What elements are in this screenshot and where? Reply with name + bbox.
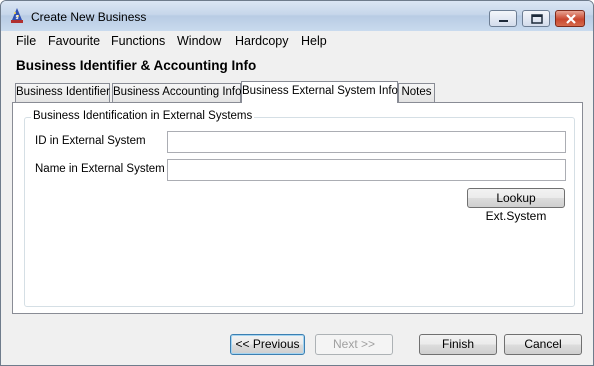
finish-button[interactable]: Finish — [419, 334, 497, 355]
wizard-app-icon: $ — [11, 8, 23, 23]
minimize-icon — [499, 20, 508, 22]
menu-bar: File Favourite Functions Window Hardcopy… — [1, 31, 593, 51]
name-in-external-system-input[interactable] — [167, 159, 566, 181]
tab-panel: Business Identification in External Syst… — [12, 102, 583, 314]
cancel-button[interactable]: Cancel — [504, 334, 582, 355]
svg-text:$: $ — [16, 15, 19, 21]
window-title: Create New Business — [31, 10, 147, 24]
id-in-external-system-label: ID in External System — [35, 135, 146, 147]
external-systems-group: Business Identification in External Syst… — [24, 110, 575, 307]
menu-favourite[interactable]: Favourite — [48, 34, 100, 48]
tab-business-identifier[interactable]: Business Identifier — [15, 83, 110, 102]
minimize-button[interactable] — [489, 10, 517, 27]
section-title: Business Identifier & Accounting Info — [16, 58, 257, 73]
group-label: Business Identification in External Syst… — [31, 110, 255, 122]
next-button[interactable]: Next >> — [315, 334, 393, 355]
maximize-button[interactable] — [522, 10, 550, 27]
tab-business-external-system-info[interactable]: Business External System Info — [241, 81, 398, 103]
title-bar[interactable]: $ Create New Business — [1, 1, 593, 31]
close-button[interactable] — [555, 10, 585, 27]
window: $ Create New Business File Favourite Fun… — [0, 0, 594, 366]
id-in-external-system-input[interactable] — [167, 131, 566, 153]
maximize-icon — [531, 14, 543, 24]
menu-file[interactable]: File — [16, 34, 36, 48]
tab-notes[interactable]: Notes — [398, 83, 435, 102]
tab-business-accounting-info[interactable]: Business Accounting Info — [112, 83, 242, 102]
menu-window[interactable]: Window — [177, 34, 221, 48]
lookup-ext-system-button[interactable]: Lookup Ext.System — [467, 188, 565, 223]
menu-functions[interactable]: Functions — [111, 34, 165, 48]
close-icon — [566, 14, 576, 24]
menu-help[interactable]: Help — [301, 34, 327, 48]
name-in-external-system-label: Name in External System — [35, 163, 165, 175]
previous-button[interactable]: << Previous — [230, 334, 305, 355]
menu-hardcopy[interactable]: Hardcopy — [235, 34, 289, 48]
